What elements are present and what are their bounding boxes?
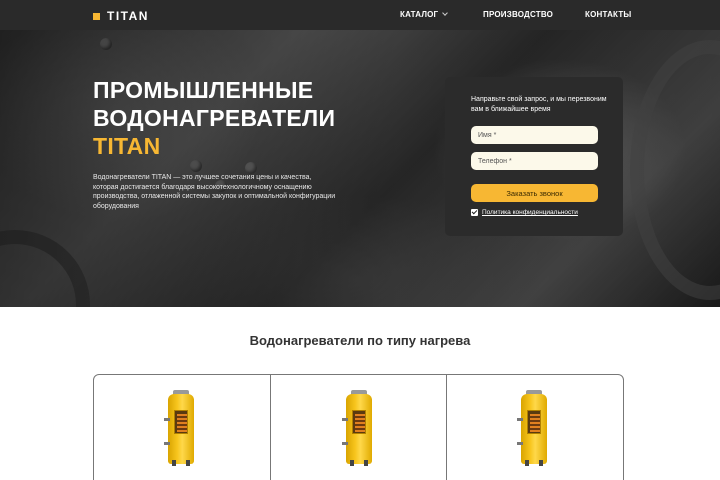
- order-call-button[interactable]: Заказать звонок: [471, 184, 598, 202]
- privacy-consent: Политика конфиденциальности: [471, 209, 578, 216]
- section-title: Водонагреватели по типу нагрева: [249, 333, 471, 348]
- chevron-down-icon: [442, 10, 449, 16]
- phone-input[interactable]: [471, 152, 598, 170]
- product-grid: [93, 374, 624, 480]
- nav-catalog-label: КАТАЛОГ: [400, 10, 439, 19]
- water-heater-image: [517, 390, 551, 470]
- hero-title-accent: TITAN: [93, 133, 161, 159]
- logo[interactable]: TITAN: [93, 9, 149, 23]
- name-input[interactable]: [471, 126, 598, 144]
- site-header: TITAN КАТАЛОГ ПРОИЗВОДСТВО КОНТАКТЫ: [0, 0, 720, 30]
- hero-description: Водонагреватели TITAN — это лучшее сочет…: [93, 174, 336, 210]
- water-heater-image: [341, 390, 376, 470]
- privacy-checkbox[interactable]: [471, 209, 478, 216]
- product-card[interactable]: [94, 375, 271, 480]
- nav-production[interactable]: ПРОИЗВОДСТВО: [483, 10, 553, 19]
- nav-contacts[interactable]: КОНТАКТЫ: [585, 10, 631, 19]
- logo-text: TITAN: [107, 9, 149, 23]
- form-caption: Направьте свой запрос, и мы перезвоним в…: [471, 96, 607, 113]
- hero-title-line: ПРОМЫШЛЕННЫЕ: [93, 77, 314, 103]
- hero-title: ПРОМЫШЛЕННЫЕ ВОДОНАГРЕВАТЕЛИ TITAN: [93, 76, 335, 160]
- product-card[interactable]: [271, 375, 448, 480]
- privacy-policy-link[interactable]: Политика конфиденциальности: [482, 209, 578, 216]
- callback-form: Направьте свой запрос, и мы перезвоним в…: [445, 77, 623, 236]
- logo-mark-icon: [93, 12, 100, 20]
- water-heater-image: [164, 390, 198, 470]
- nav-catalog[interactable]: КАТАЛОГ: [400, 10, 449, 19]
- product-card[interactable]: [447, 375, 623, 480]
- hero-title-line: ВОДОНАГРЕВАТЕЛИ: [93, 105, 336, 131]
